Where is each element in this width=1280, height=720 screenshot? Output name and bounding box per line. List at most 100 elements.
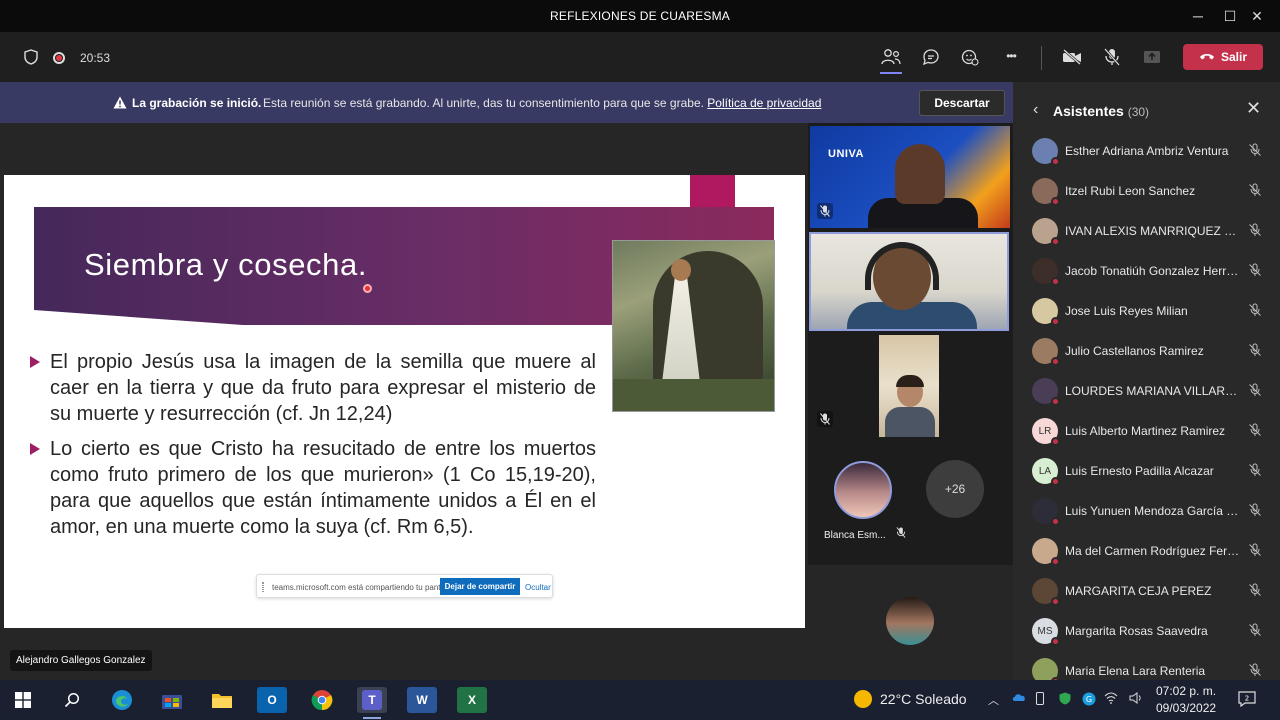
panel-title-text: Asistentes	[1053, 103, 1124, 119]
system-clock[interactable]: 07:02 p. m. 09/03/2022	[1156, 683, 1216, 717]
chat-icon[interactable]	[921, 47, 941, 67]
warning-icon	[113, 96, 127, 109]
mic-off-icon	[1249, 663, 1261, 676]
mic-off-icon	[1249, 183, 1261, 196]
close-window-button[interactable]: ✕	[1234, 4, 1280, 28]
meeting-toolbar: 20:53 ••• Salir	[0, 32, 1280, 82]
weather-widget[interactable]: 22°C Soleado	[854, 690, 967, 708]
sun-icon	[854, 690, 872, 708]
share-tray-icon[interactable]	[1142, 47, 1162, 67]
network-icon[interactable]	[1104, 692, 1118, 707]
participants-panel: ‹ Asistentes (30) ✕ Esther Adriana Ambri…	[1013, 82, 1280, 680]
more-participants-button[interactable]: +26	[926, 460, 984, 518]
edge-icon[interactable]	[107, 687, 137, 713]
clock-time: 07:02 p. m.	[1156, 684, 1217, 698]
slide-title: Siembra y cosecha.	[84, 247, 368, 282]
participant-name: Luis Ernesto Padilla Alcazar	[1065, 464, 1214, 478]
word-icon[interactable]: W	[407, 687, 437, 713]
privacy-policy-link[interactable]: Política de privacidad	[707, 96, 821, 110]
mic-off-icon	[817, 411, 833, 427]
self-avatar[interactable]	[886, 597, 934, 645]
participant-row[interactable]: MS Margarita Rosas Saavedra	[1013, 612, 1280, 652]
presence-status-icon	[1051, 157, 1060, 166]
windows-start-icon[interactable]	[8, 687, 38, 713]
participant-row[interactable]: Jose Luis Reyes Milian	[1013, 292, 1280, 332]
presenter-name: Alejandro Gallegos Gonzalez	[10, 650, 152, 671]
excel-icon[interactable]: X	[457, 687, 487, 713]
participant-row[interactable]: Esther Adriana Ambriz Ventura	[1013, 132, 1280, 172]
clock-date: 09/03/2022	[1156, 701, 1217, 715]
mic-off-icon	[1249, 343, 1261, 356]
mic-off-icon	[817, 203, 833, 219]
participant-row[interactable]: Ma del Carmen Rodríguez Ferná...	[1013, 532, 1280, 572]
laser-pointer-icon	[363, 284, 372, 293]
participant-name: Itzel Rubi Leon Sanchez	[1065, 184, 1196, 198]
participant-avatar[interactable]	[834, 461, 892, 519]
mic-off-icon	[1249, 583, 1261, 596]
participant-name: Maria Elena Lara Renteria	[1065, 664, 1206, 678]
presence-status-icon	[1051, 557, 1060, 566]
video-tile[interactable]	[879, 335, 939, 437]
video-tile[interactable]: UNIVA	[810, 126, 1010, 228]
participant-name: LOURDES MARIANA VILLAR DU...	[1065, 384, 1240, 398]
leave-button[interactable]: Salir	[1183, 44, 1263, 70]
participant-name-text: Blanca Esm...	[824, 530, 886, 541]
mic-off-icon	[1249, 223, 1261, 236]
participant-row[interactable]: LOURDES MARIANA VILLAR DU...	[1013, 372, 1280, 412]
participant-row[interactable]: Maria Elena Lara Renteria	[1013, 652, 1280, 680]
presence-status-icon	[1051, 437, 1060, 446]
participant-name: Esther Adriana Ambriz Ventura	[1065, 144, 1229, 158]
onedrive-icon[interactable]	[1011, 692, 1027, 705]
more-options-icon[interactable]: •••	[1000, 46, 1022, 66]
chrome-icon[interactable]	[307, 687, 337, 713]
banner-title: La grabación se inició.	[132, 96, 262, 110]
participant-count: (30)	[1127, 105, 1150, 119]
active-app-indicator	[363, 717, 381, 719]
participant-row[interactable]: MARGARITA CEJA PEREZ	[1013, 572, 1280, 612]
mic-off-icon[interactable]	[1102, 47, 1122, 67]
notification-count: 2	[1245, 695, 1249, 703]
back-chevron-icon[interactable]: ‹	[1033, 101, 1038, 119]
participant-name: Jose Luis Reyes Milian	[1065, 304, 1188, 318]
participant-row[interactable]: LA Luis Ernesto Padilla Alcazar	[1013, 452, 1280, 492]
dismiss-button[interactable]: Descartar	[919, 90, 1005, 116]
participant-row[interactable]: Itzel Rubi Leon Sanchez	[1013, 172, 1280, 212]
teams-icon[interactable]: T	[357, 687, 387, 719]
app-tray-icon[interactable]: G	[1082, 692, 1096, 709]
hide-share-bar-link[interactable]: Ocultar	[525, 583, 551, 592]
participant-hair	[896, 375, 924, 387]
presence-status-icon	[1051, 357, 1060, 366]
chevron-up-icon[interactable]: ︿	[988, 692, 999, 708]
file-explorer-icon[interactable]	[207, 687, 237, 713]
participant-name: Luis Yunuen Mendoza García de...	[1065, 504, 1240, 518]
people-icon[interactable]	[880, 47, 902, 67]
participant-row[interactable]: IVAN ALEXIS MANRRIQUEZ OR...	[1013, 212, 1280, 252]
outlook-icon[interactable]: O	[257, 687, 287, 713]
search-icon[interactable]	[57, 687, 87, 713]
reactions-icon[interactable]	[960, 47, 980, 67]
window-title: REFLEXIONES DE CUARESMA	[550, 9, 730, 23]
participant-body	[885, 407, 935, 437]
drag-handle-icon[interactable]	[262, 582, 264, 592]
title-bar: REFLEXIONES DE CUARESMA ─ ☐ ✕	[0, 0, 1280, 32]
security-shield-icon[interactable]	[1059, 692, 1071, 708]
close-panel-icon[interactable]: ✕	[1246, 98, 1261, 119]
participant-row[interactable]: Luis Yunuen Mendoza García de...	[1013, 492, 1280, 532]
presence-status-icon	[1051, 517, 1060, 526]
store-icon[interactable]	[157, 687, 187, 713]
self-view	[808, 565, 1013, 680]
camera-off-icon[interactable]	[1061, 47, 1083, 67]
bullet-text: Lo cierto es que Cristo ha resucitado de…	[50, 438, 596, 538]
active-speaker-tile[interactable]	[809, 232, 1009, 331]
stop-sharing-button[interactable]: Dejar de compartir	[440, 578, 520, 595]
volume-icon[interactable]	[1129, 692, 1143, 707]
notification-center-icon[interactable]: 2	[1237, 689, 1257, 709]
headphones-shape	[865, 242, 939, 290]
participant-row[interactable]: Jacob Tonatiúh Gonzalez Herrera	[1013, 252, 1280, 292]
participant-row[interactable]: Julio Castellanos Ramirez	[1013, 332, 1280, 372]
phone-link-icon[interactable]	[1036, 692, 1044, 708]
shield-icon[interactable]	[22, 48, 40, 66]
participant-name: MARGARITA CEJA PEREZ	[1065, 584, 1212, 598]
participant-name: Margarita Rosas Saavedra	[1065, 624, 1208, 638]
participant-row[interactable]: LR Luis Alberto Martinez Ramirez	[1013, 412, 1280, 452]
